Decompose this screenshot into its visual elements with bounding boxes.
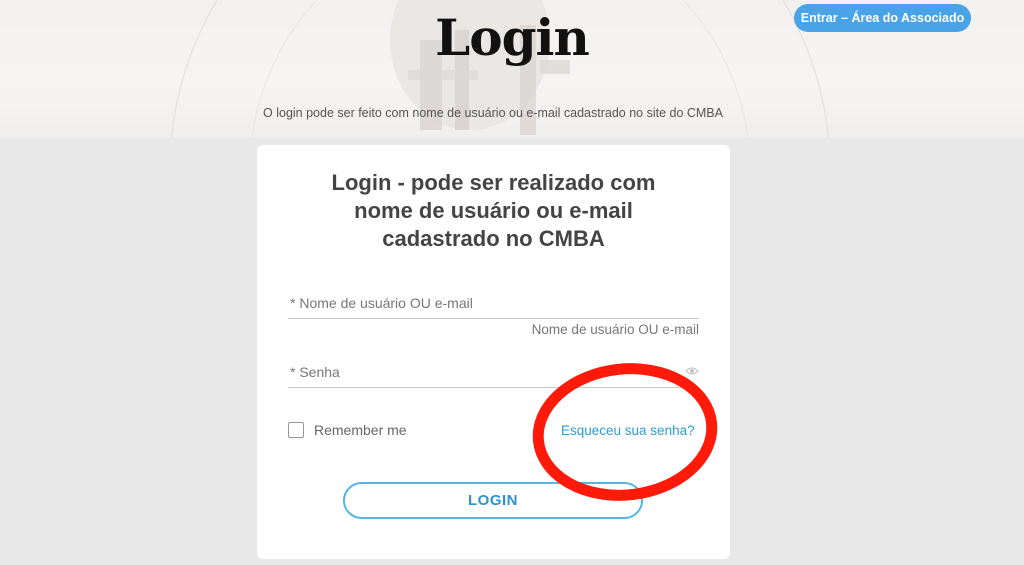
remember-checkbox[interactable] [288,422,304,438]
forgot-password-link[interactable]: Esqueceu sua senha? [561,423,695,438]
card-heading: Login - pode ser realizado com nome de u… [257,169,730,253]
password-input[interactable] [288,357,699,387]
card-heading-line: Login - pode ser realizado com [331,170,656,195]
page-subtitle: O login pode ser feito com nome de usuár… [263,106,723,120]
remember-label: Remember me [314,422,407,438]
card-heading-line: cadastrado no CMBA [382,226,605,251]
login-card: Login - pode ser realizado com nome de u… [257,145,730,559]
remember-me[interactable]: Remember me [288,422,407,438]
username-hint: Nome de usuário OU e-mail [531,322,699,337]
eye-icon[interactable] [685,365,699,377]
card-heading-line: nome de usuário ou e-mail [354,198,633,223]
username-field [288,288,699,319]
login-button[interactable]: LOGIN [343,482,643,519]
associate-login-button[interactable]: Entrar – Área do Associado [794,4,971,32]
username-input[interactable] [288,288,699,318]
password-field [288,357,699,388]
